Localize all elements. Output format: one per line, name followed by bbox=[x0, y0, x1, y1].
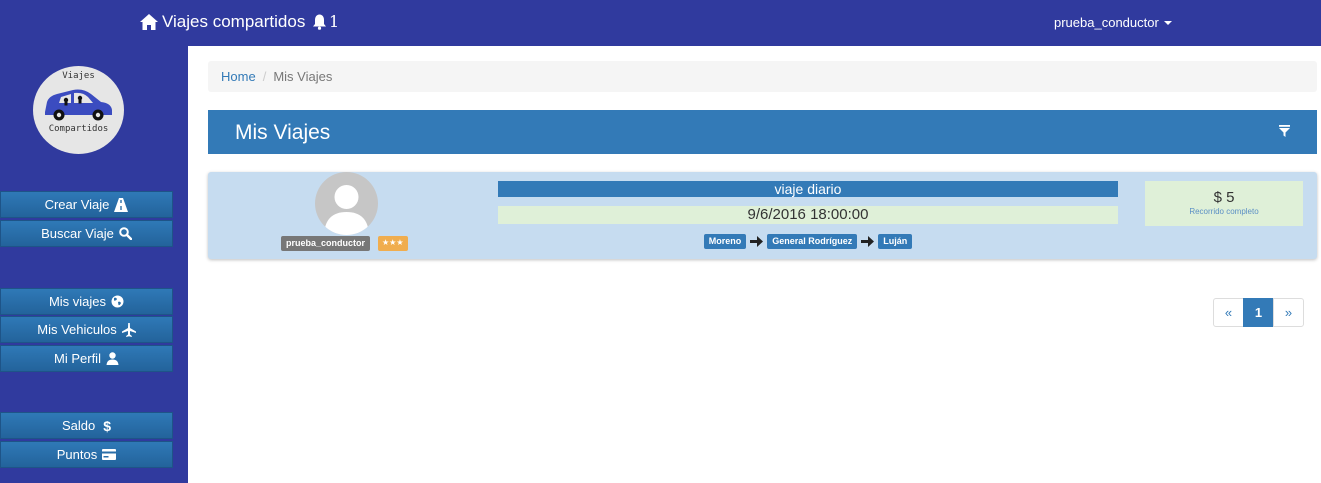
my-vehicles-button[interactable]: Mis Vehiculos bbox=[0, 316, 173, 343]
plane-icon bbox=[121, 322, 136, 337]
caret-down-icon bbox=[1163, 20, 1172, 25]
page-header: Mis Viajes bbox=[208, 110, 1317, 154]
my-profile-button[interactable]: Mi Perfil bbox=[0, 345, 173, 372]
search-icon bbox=[119, 227, 132, 240]
points-button[interactable]: Puntos bbox=[0, 441, 173, 468]
create-trip-label: Crear Viaje bbox=[44, 197, 110, 212]
my-trips-label: Mis viajes bbox=[48, 294, 107, 309]
my-trips-button[interactable]: Mis viajes bbox=[0, 288, 173, 315]
trip-datetime: 9/6/2016 18:00:00 bbox=[498, 206, 1118, 224]
driver-avatar bbox=[315, 172, 378, 235]
user-icon bbox=[106, 352, 119, 365]
user-menu-dropdown[interactable]: prueba_conductor bbox=[1054, 15, 1172, 30]
my-profile-label: Mi Perfil bbox=[54, 351, 101, 366]
pagination: « 1 » bbox=[1213, 298, 1304, 327]
arrow-right-icon bbox=[861, 236, 875, 247]
sidebar: Viajes Compartidos Crear Viaje Buscar Vi… bbox=[0, 46, 188, 483]
trip-price: $ 5 bbox=[1213, 189, 1235, 206]
my-vehicles-label: Mis Vehiculos bbox=[37, 322, 117, 337]
page-title: Mis Viajes bbox=[235, 121, 331, 144]
pagination-prev-button[interactable]: « bbox=[1213, 298, 1244, 327]
route-stop: Moreno bbox=[703, 234, 747, 249]
notifications-button[interactable]: 1 bbox=[312, 12, 339, 31]
breadcrumb-home-link[interactable]: Home bbox=[221, 69, 256, 84]
pagination-next-button[interactable]: » bbox=[1273, 298, 1304, 327]
logo-top-text: Viajes bbox=[62, 71, 95, 81]
arrow-right-icon bbox=[750, 236, 764, 247]
create-trip-button[interactable]: Crear Viaje bbox=[0, 191, 173, 218]
price-box: $ 5 Recorrido completo bbox=[1145, 181, 1303, 226]
road-icon bbox=[114, 197, 129, 212]
breadcrumb-separator: / bbox=[262, 69, 267, 84]
breadcrumb-current: Mis Viajes bbox=[273, 69, 333, 84]
balance-label: Saldo bbox=[61, 418, 96, 433]
brand-title: Viajes compartidos bbox=[162, 12, 306, 31]
trip-card[interactable]: prueba_conductor ★★★ viaje diario 9/6/20… bbox=[208, 172, 1317, 259]
bell-icon bbox=[313, 14, 326, 30]
notification-count: 1 bbox=[329, 12, 340, 31]
breadcrumb: Home / Mis Viajes bbox=[208, 61, 1317, 92]
route-stop: Luján bbox=[878, 234, 913, 249]
route-stop: General Rodríguez bbox=[767, 234, 858, 249]
username-label: prueba_conductor bbox=[1054, 15, 1159, 30]
balance-button[interactable]: Saldo $ bbox=[0, 412, 173, 439]
home-icon bbox=[140, 14, 158, 30]
driver-name-badge: prueba_conductor bbox=[281, 236, 371, 251]
brand-link[interactable]: Viajes compartidos bbox=[140, 12, 305, 32]
dollar-icon: $ bbox=[103, 417, 112, 434]
credit-card-icon bbox=[102, 449, 117, 460]
app-logo[interactable]: Viajes Compartidos bbox=[33, 66, 124, 154]
logo-bottom-text: Compartidos bbox=[48, 124, 109, 134]
points-label: Puntos bbox=[56, 447, 98, 462]
price-note: Recorrido completo bbox=[1189, 207, 1259, 216]
top-navbar: Viajes compartidos 1 prueba_conductor bbox=[0, 0, 1321, 46]
globe-icon bbox=[111, 295, 124, 308]
trip-route: Moreno General Rodríguez Luján bbox=[498, 234, 1118, 249]
car-icon bbox=[45, 89, 112, 121]
search-trip-button[interactable]: Buscar Viaje bbox=[0, 220, 173, 247]
filter-icon[interactable] bbox=[1279, 124, 1290, 142]
pagination-page-button[interactable]: 1 bbox=[1243, 298, 1274, 327]
driver-rating-badge: ★★★ bbox=[378, 236, 408, 251]
search-trip-label: Buscar Viaje bbox=[41, 226, 114, 241]
trip-name: viaje diario bbox=[498, 181, 1118, 197]
